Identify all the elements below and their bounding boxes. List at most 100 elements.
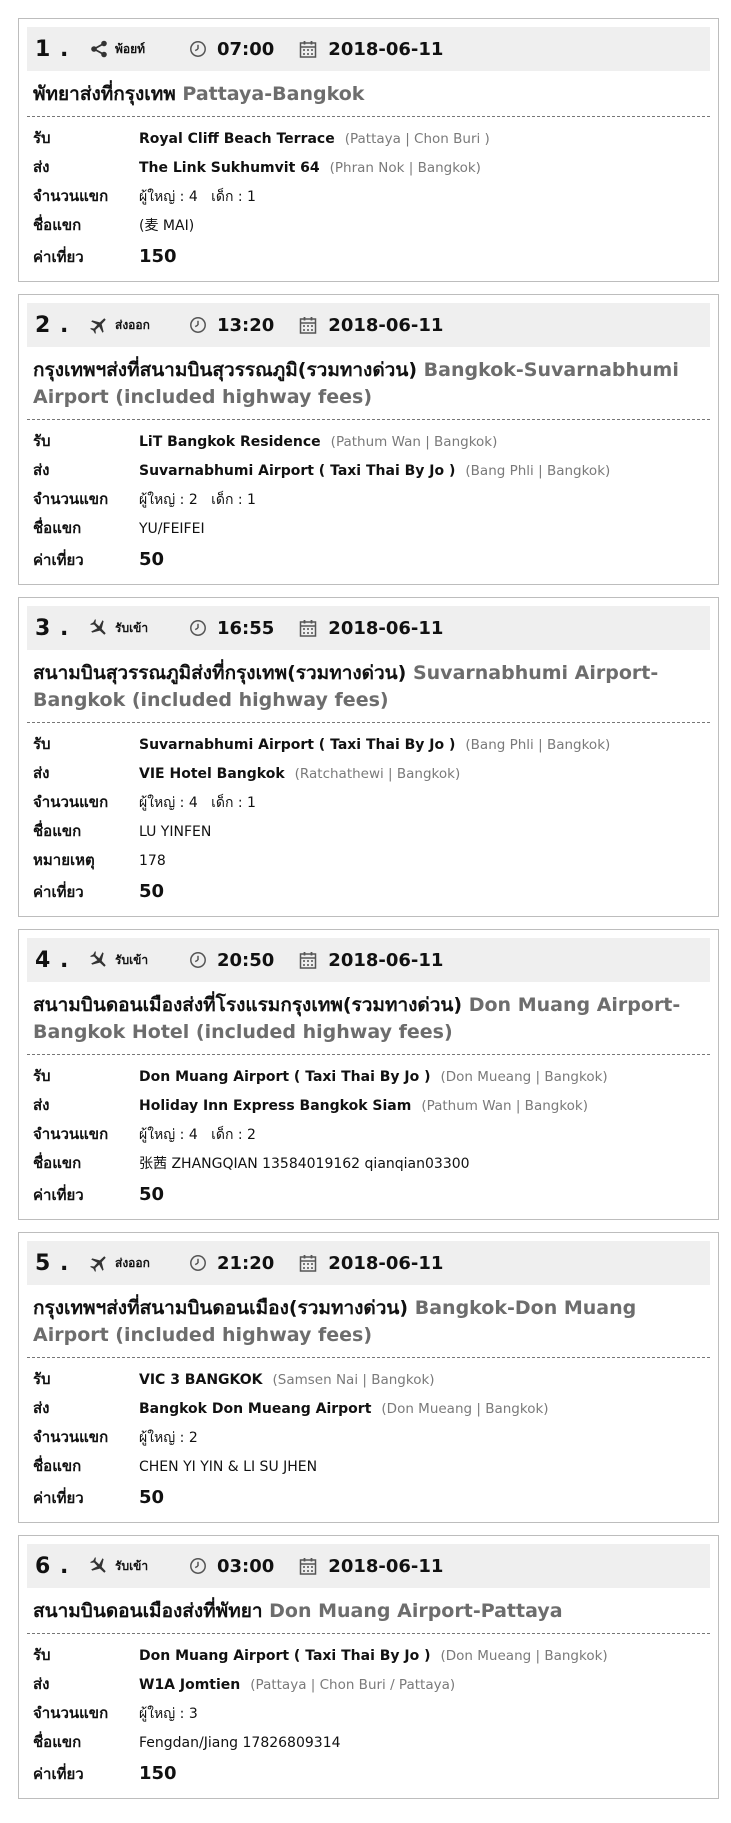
pickup-area: (Samsen Nai | Bangkok) — [272, 1372, 435, 1388]
route-title-thai: สนามบินดอนเมืองส่งที่พัทยา — [33, 1600, 263, 1622]
passengers-row: จำนวนแขก ผู้ใหญ่ : 4 เด็ก : 1 — [33, 785, 704, 814]
booking-card: 2 . ส่งออก 13:20 2018-06-11 กรุงเทพฯส่งท… — [18, 294, 719, 585]
clock-icon — [189, 1254, 217, 1272]
booking-details: รับ Suvarnabhumi Airport ( Taxi Thai By … — [27, 723, 710, 906]
booking-header: 1 . พ้อยท์ 07:00 2018-06-11 — [27, 27, 710, 71]
dropoff-location: W1A Jomtien — [139, 1677, 241, 1693]
booking-header: 3 . รับเข้า 16:55 2018-06-11 — [27, 606, 710, 650]
pickup-time: 03:00 — [217, 1555, 275, 1577]
airplane-arrival-icon — [87, 949, 111, 971]
calendar-icon — [298, 950, 328, 970]
fare-value: 50 — [139, 881, 165, 902]
booking-details: รับ LiT Bangkok Residence (Pathum Wan | … — [27, 420, 710, 574]
booking-details: รับ Royal Cliff Beach Terrace (Pattaya |… — [27, 117, 710, 271]
passengers-row: จำนวนแขก ผู้ใหญ่ : 4 เด็ก : 2 — [33, 1117, 704, 1146]
pickup-date: 2018-06-11 — [328, 949, 444, 971]
dropoff-location: Holiday Inn Express Bangkok Siam — [139, 1098, 412, 1114]
passengers-value: ผู้ใหญ่ : 4 เด็ก : 2 — [139, 1127, 256, 1143]
dropoff-row: ส่ง VIE Hotel Bangkok (Ratchathewi | Ban… — [33, 756, 704, 785]
pickup-area: (Pattaya | Chon Buri ) — [344, 131, 490, 147]
airplane-departure-icon — [87, 1252, 111, 1274]
clock-icon — [189, 1557, 217, 1575]
fare-label: ค่าเที่ยว — [33, 551, 84, 569]
passengers-value: ผู้ใหญ่ : 4 เด็ก : 1 — [139, 795, 256, 811]
dropoff-row: ส่ง Holiday Inn Express Bangkok Siam (Pa… — [33, 1088, 704, 1117]
route-title-thai: กรุงเทพฯส่งที่สนามบินดอนเมือง(รวมทางด่วน… — [33, 1297, 409, 1319]
guest-name-label: ชื่อแขก — [33, 822, 82, 840]
pickup-label: รับ — [33, 735, 51, 753]
passengers-label: จำนวนแขก — [33, 490, 109, 508]
pickup-time: 20:50 — [217, 949, 275, 971]
passengers-label: จำนวนแขก — [33, 1704, 109, 1722]
pickup-date: 2018-06-11 — [328, 617, 444, 639]
fare-label: ค่าเที่ยว — [33, 1489, 84, 1507]
route-title: กรุงเทพฯส่งที่สนามบินสุวรรณภูมิ(รวมทางด่… — [27, 347, 710, 420]
passengers-row: จำนวนแขก ผู้ใหญ่ : 2 เด็ก : 1 — [33, 482, 704, 511]
route-title-thai: สนามบินสุวรรณภูมิส่งที่กรุงเทพ(รวมทางด่ว… — [33, 662, 407, 684]
pickup-label: รับ — [33, 1646, 51, 1664]
trip-type-label: รับเข้า — [115, 1558, 149, 1573]
guest-name-value: LU YINFEN — [139, 824, 212, 840]
pickup-time: 16:55 — [217, 617, 275, 639]
pickup-location: Don Muang Airport ( Taxi Thai By Jo ) — [139, 1648, 431, 1664]
pickup-location: VIC 3 BANGKOK — [139, 1372, 263, 1388]
pickup-row: รับ Don Muang Airport ( Taxi Thai By Jo … — [33, 1638, 704, 1667]
pickup-row: รับ VIC 3 BANGKOK (Samsen Nai | Bangkok) — [33, 1362, 704, 1391]
guest-name-row: ชื่อแขก YU/FEIFEI — [33, 511, 704, 540]
clock-icon — [189, 951, 217, 969]
clock-icon — [189, 40, 217, 58]
dropoff-row: ส่ง Bangkok Don Mueang Airport (Don Muea… — [33, 1391, 704, 1420]
pickup-location: Don Muang Airport ( Taxi Thai By Jo ) — [139, 1069, 431, 1085]
booking-card: 3 . รับเข้า 16:55 2018-06-11 สนามบินสุวร… — [18, 597, 719, 917]
booking-number: 2 . — [35, 312, 70, 338]
pickup-area: (Bang Phli | Bangkok) — [465, 737, 611, 753]
guest-name-label: ชื่อแขก — [33, 1733, 82, 1751]
fare-label: ค่าเที่ยว — [33, 1765, 84, 1783]
passengers-label: จำนวนแขก — [33, 1428, 109, 1446]
pickup-row: รับ Royal Cliff Beach Terrace (Pattaya |… — [33, 121, 704, 150]
fare-label: ค่าเที่ยว — [33, 248, 84, 266]
passengers-row: จำนวนแขก ผู้ใหญ่ : 4 เด็ก : 1 — [33, 179, 704, 208]
pickup-area: (Pathum Wan | Bangkok) — [330, 434, 498, 450]
fare-row: ค่าเที่ยว 50 — [33, 1175, 704, 1209]
booking-number: 6 . — [35, 1553, 70, 1579]
pickup-date: 2018-06-11 — [328, 314, 444, 336]
pickup-date: 2018-06-11 — [328, 1555, 444, 1577]
dropoff-location: VIE Hotel Bangkok — [139, 766, 285, 782]
dropoff-row: ส่ง The Link Sukhumvit 64 (Phran Nok | B… — [33, 150, 704, 179]
guest-name-label: ชื่อแขก — [33, 519, 82, 537]
dropoff-label: ส่ง — [33, 1399, 50, 1417]
calendar-icon — [298, 618, 328, 638]
pickup-label: รับ — [33, 129, 51, 147]
route-title-english: Don Muang Airport-Pattaya — [269, 1600, 563, 1622]
booking-card: 5 . ส่งออก 21:20 2018-06-11 กรุงเทพฯส่งท… — [18, 1232, 719, 1523]
dropoff-label: ส่ง — [33, 461, 50, 479]
dropoff-area: (Don Mueang | Bangkok) — [381, 1401, 549, 1417]
fare-row: ค่าเที่ยว 50 — [33, 1478, 704, 1512]
guest-name-value: (麦 MAI) — [139, 218, 195, 234]
trip-type-label: รับเข้า — [115, 620, 149, 635]
booking-header: 4 . รับเข้า 20:50 2018-06-11 — [27, 938, 710, 982]
calendar-icon — [298, 1556, 328, 1576]
route-title-thai: สนามบินดอนเมืองส่งที่โรงแรมกรุงเทพ(รวมทา… — [33, 994, 463, 1016]
fare-value: 150 — [139, 1763, 177, 1784]
airplane-departure-icon — [87, 314, 111, 336]
calendar-icon — [298, 315, 328, 335]
clock-icon — [189, 619, 217, 637]
dropoff-label: ส่ง — [33, 1096, 50, 1114]
pickup-row: รับ LiT Bangkok Residence (Pathum Wan | … — [33, 424, 704, 453]
fare-value: 50 — [139, 1487, 165, 1508]
booking-number: 4 . — [35, 947, 70, 973]
calendar-icon — [298, 39, 328, 59]
airplane-arrival-icon — [87, 1555, 111, 1577]
fare-row: ค่าเที่ยว 150 — [33, 1754, 704, 1788]
passengers-label: จำนวนแขก — [33, 793, 109, 811]
route-title: สนามบินดอนเมืองส่งที่โรงแรมกรุงเทพ(รวมทา… — [27, 982, 710, 1055]
pickup-area: (Don Mueang | Bangkok) — [440, 1648, 608, 1664]
route-title-english: Pattaya-Bangkok — [182, 83, 365, 105]
fare-label: ค่าเที่ยว — [33, 1186, 84, 1204]
pickup-location: Royal Cliff Beach Terrace — [139, 131, 335, 147]
pickup-date: 2018-06-11 — [328, 1252, 444, 1274]
booking-number: 5 . — [35, 1250, 70, 1276]
dropoff-row: ส่ง Suvarnabhumi Airport ( Taxi Thai By … — [33, 453, 704, 482]
